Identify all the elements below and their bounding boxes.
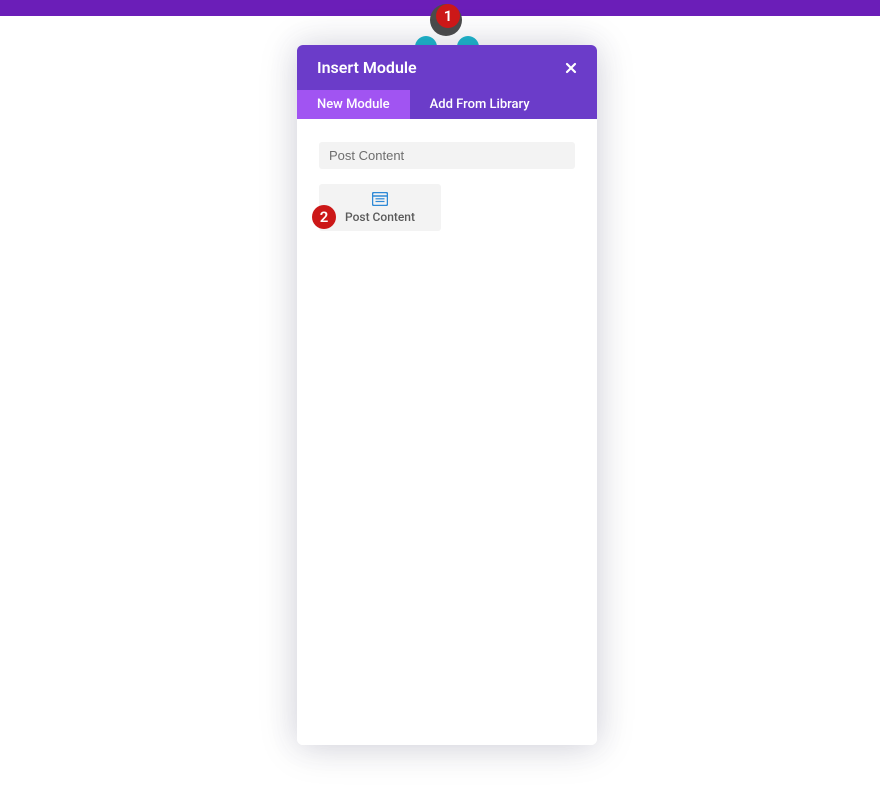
tab-add-from-library[interactable]: Add From Library [410, 90, 550, 119]
annotation-badge-2: 2 [312, 205, 336, 229]
close-icon [565, 62, 577, 74]
close-button[interactable] [565, 62, 577, 74]
tab-new-module[interactable]: New Module [297, 90, 410, 119]
modal-body: Post Content [297, 119, 597, 745]
insert-module-modal: Insert Module New Module Add From Librar… [297, 45, 597, 745]
module-label: Post Content [325, 210, 435, 224]
post-content-icon [325, 192, 435, 206]
modal-header: Insert Module [297, 45, 597, 90]
annotation-badge-1: 1 [436, 4, 460, 28]
modal-title: Insert Module [317, 58, 417, 77]
module-item-post-content[interactable]: Post Content [319, 184, 441, 231]
module-grid: Post Content [319, 184, 575, 231]
search-input[interactable] [319, 142, 575, 169]
modal-tabs: New Module Add From Library [297, 90, 597, 119]
